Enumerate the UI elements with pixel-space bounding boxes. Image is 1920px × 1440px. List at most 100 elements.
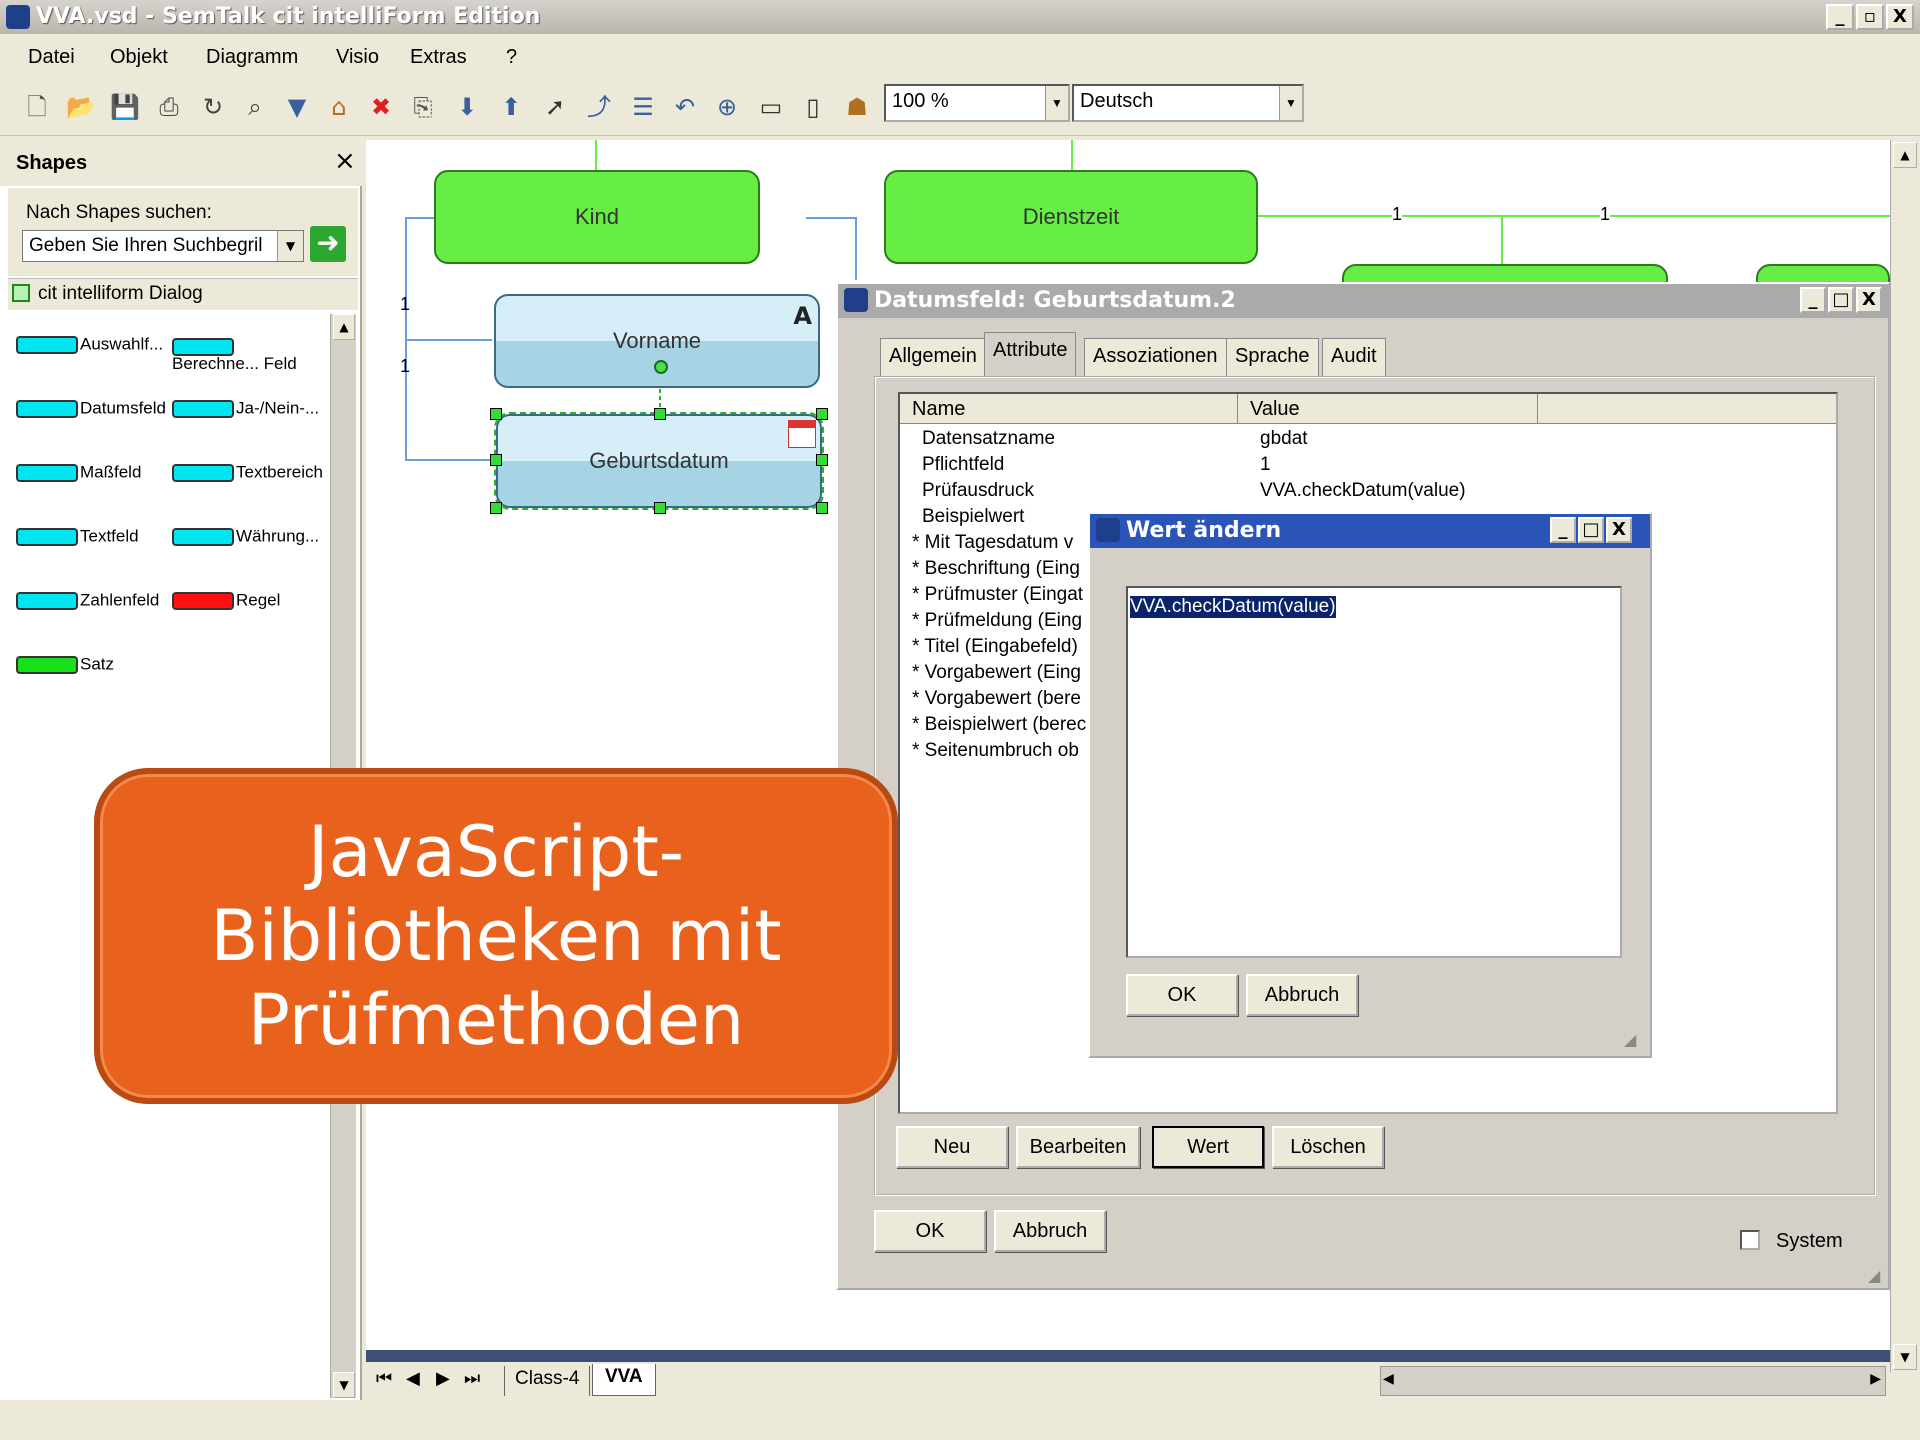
attribute-name[interactable]: * Beschriftung (Eing [912,558,1080,580]
minimize-button[interactable]: _ [1550,517,1576,543]
close-icon[interactable]: × [334,146,356,176]
print-icon[interactable]: ⎙ [152,90,186,124]
attribute-name[interactable]: * Prüfmeldung (Eing [912,610,1082,632]
prev-page-icon[interactable]: ◀ [406,1368,420,1389]
selection-handle[interactable] [490,502,502,514]
tab-attribute[interactable]: Attribute [984,332,1077,376]
canvas-vertical-scrollbar[interactable]: ▲ ▼ [1890,140,1918,1372]
attribute-name[interactable]: Pflichtfeld [922,454,1004,476]
attribute-name[interactable]: Prüfausdruck [922,480,1034,502]
shape-ja-nein-feld[interactable]: Ja-/Nein-... [172,399,319,430]
zoom-icon[interactable]: ⊕ [710,90,744,124]
minimize-button[interactable]: _ [1800,287,1826,313]
selection-handle[interactable] [490,454,502,466]
selection-handle[interactable] [816,408,828,420]
page-height-icon[interactable]: ▯ [796,90,830,124]
chevron-down-icon[interactable]: ▼ [277,231,303,261]
scroll-down-icon[interactable]: ▼ [333,1372,355,1398]
search-go-icon[interactable]: ➜ [310,226,346,262]
selection-handle[interactable] [654,502,666,514]
tab-allgemein[interactable]: Allgemein [880,338,986,376]
menu-datei[interactable]: Datei [28,46,75,69]
first-page-icon[interactable]: ⏮ [376,1368,392,1389]
shape-regel[interactable]: Regel [172,591,280,622]
scroll-up-icon[interactable]: ▲ [1893,142,1917,168]
loeschen-button[interactable]: Löschen [1272,1126,1384,1168]
system-checkbox[interactable] [1740,1230,1760,1250]
menu-objekt[interactable]: Objekt [110,46,168,69]
next-page-icon[interactable]: ▶ [436,1368,450,1389]
rotation-handle[interactable] [654,360,668,374]
attribute-name[interactable]: * Vorgabewert (bere [912,688,1081,710]
ok-button[interactable]: OK [1126,974,1238,1016]
ok-button[interactable]: OK [874,1210,986,1252]
selection-handle[interactable] [654,408,666,420]
menu-visio[interactable]: Visio [336,46,379,69]
shape-massfeld[interactable]: Maßfeld [16,463,141,494]
chevron-down-icon[interactable]: ▼ [1279,86,1302,120]
tab-audit[interactable]: Audit [1322,338,1386,376]
shape-search-input[interactable]: Geben Sie Ihren Suchbegril ▼ [22,230,304,262]
minimize-button[interactable]: _ [1826,4,1854,30]
attribute-name[interactable]: * Prüfmuster (Eingat [912,584,1083,606]
last-page-icon[interactable]: ⏭ [464,1368,480,1389]
move-up-icon[interactable]: ⬆ [494,90,528,124]
scroll-down-icon[interactable]: ▼ [1893,1344,1917,1370]
attribute-value[interactable]: VVA.checkDatum(value) [1260,480,1466,502]
attribute-name[interactable]: * Vorgabewert (Eing [912,662,1081,684]
resize-grip-icon[interactable]: ◢ [1624,1030,1636,1049]
attribute-name[interactable]: * Beispielwert (berec [912,714,1086,736]
zoom-combo[interactable]: 100 % ▼ [884,84,1070,122]
node-dienstzeit[interactable]: Dienstzeit [884,170,1258,264]
neu-button[interactable]: Neu [896,1126,1008,1168]
node-vorname[interactable]: Vorname A [494,294,820,388]
scroll-left-icon[interactable]: ◀ [1383,1371,1394,1387]
align-icon[interactable]: ☰ [626,90,660,124]
attribute-name[interactable]: * Titel (Eingabefeld) [912,636,1078,658]
wert-button[interactable]: Wert [1152,1126,1264,1168]
shape-auswahlfeld[interactable]: Auswahlf... [16,335,163,366]
stencil-header[interactable]: cit intelliform Dialog [8,278,358,310]
save-icon[interactable]: 💾 [108,90,142,124]
scroll-right-icon[interactable]: ▶ [1870,1371,1881,1387]
abbruch-button[interactable]: Abbruch [994,1210,1106,1252]
page-tab-class-4[interactable]: Class-4 [504,1366,591,1396]
refresh-icon[interactable]: ↻ [196,90,230,124]
attribute-value[interactable]: gbdat [1260,428,1308,450]
chevron-down-icon[interactable]: ▼ [1045,86,1068,120]
open-icon[interactable]: 📂 [64,90,98,124]
shape-textbereich[interactable]: Textbereich [172,463,323,494]
shape-satz[interactable]: Satz [16,655,114,686]
move-down-icon[interactable]: ⬇ [450,90,484,124]
column-header-name[interactable]: Name [900,394,1238,424]
close-button[interactable]: X [1606,517,1632,543]
connector-icon[interactable]: ⤴ [582,90,616,124]
delete-icon[interactable]: ✖ [364,90,398,124]
attribute-name[interactable]: Datensatzname [922,428,1055,450]
maximize-button[interactable]: □ [1828,287,1854,313]
menu-diagramm[interactable]: Diagramm [206,46,298,69]
attach-icon[interactable]: ⎘ [406,90,440,124]
selection-handle[interactable] [816,502,828,514]
bearbeiten-button[interactable]: Bearbeiten [1016,1126,1140,1168]
language-combo[interactable]: Deutsch ▼ [1072,84,1304,122]
properties-icon[interactable]: ⌂ [322,90,356,124]
value-textarea[interactable]: VVA.checkDatum(value) [1126,586,1622,958]
attribute-value[interactable]: 1 [1260,454,1271,476]
scroll-up-icon[interactable]: ▲ [333,314,355,340]
shape-textfeld[interactable]: Textfeld [16,527,139,558]
selection-handle[interactable] [816,454,828,466]
tab-assoziationen[interactable]: Assoziationen [1084,338,1227,376]
page-tab-vva[interactable]: VVA [592,1364,656,1396]
tab-sprache[interactable]: Sprache [1226,338,1319,376]
shape-berechnetes-feld[interactable]: Berechne... Feld [172,330,322,372]
resize-grip-icon[interactable]: ◢ [1868,1266,1880,1285]
close-button[interactable]: X [1856,287,1882,313]
menu-help[interactable]: ? [506,46,517,69]
find-icon[interactable]: ⌕ [238,90,272,124]
attribute-name[interactable]: Beispielwert [922,506,1024,528]
shape-datumsfeld[interactable]: Datumsfeld [16,399,166,430]
column-header-value[interactable]: Value [1238,394,1538,424]
new-icon[interactable]: 🗋 [20,90,54,124]
maximize-button[interactable]: □ [1578,517,1604,543]
